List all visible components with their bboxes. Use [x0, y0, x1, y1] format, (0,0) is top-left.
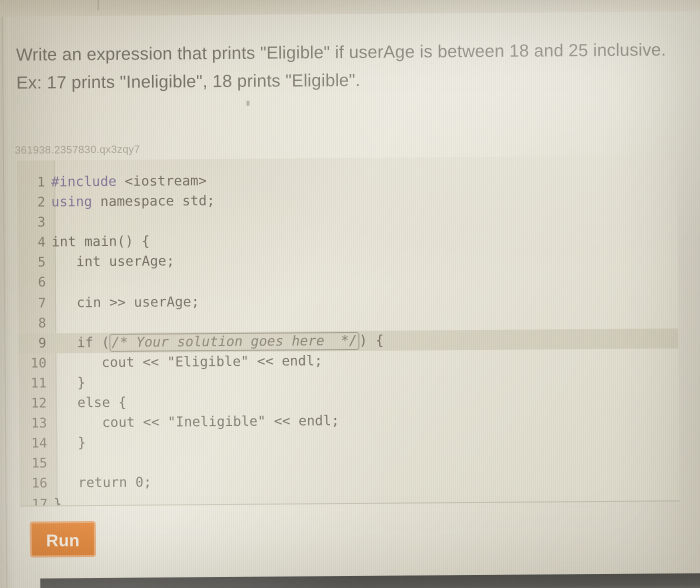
- activity-id: 361938.2357830.qx3zqy7: [14, 143, 141, 157]
- code-line-number: 4: [37, 235, 46, 251]
- prompt-line-2: Ex: 17 prints "Ineligible", 18 prints "E…: [16, 69, 361, 93]
- code-line-number: 13: [31, 416, 48, 432]
- code-line-number: 7: [38, 295, 47, 312]
- code-line-text: #include <iostream>: [51, 173, 207, 191]
- code-line-number: 10: [30, 356, 47, 372]
- activity-topbar-label: ACTIVITY: [14, 0, 78, 3]
- code-line-text: if (/* Your solution goes here */) {: [52, 331, 384, 352]
- code-line-number: 8: [38, 316, 47, 332]
- code-line-text: }: [53, 435, 86, 452]
- code-lines[interactable]: 1 #include <iostream> 2 using namespace std…: [17, 167, 680, 507]
- code-line-number: 12: [30, 396, 47, 412]
- code-line-number: 5: [37, 255, 46, 271]
- code-editor[interactable]: 1 #include <iostream> 2 using namespace std…: [16, 155, 680, 507]
- topbar-divider: [97, 0, 99, 10]
- code-line-text: return 0;: [53, 474, 152, 492]
- code-line-number: 2: [37, 195, 46, 211]
- solution-placeholder-field[interactable]: /* Your solution goes here */: [109, 331, 360, 352]
- code-line-text: using namespace std;: [51, 193, 215, 211]
- photo-dust-speck: [246, 100, 250, 106]
- code-keyword: using: [51, 194, 93, 211]
- code-line-number: 15: [31, 456, 48, 472]
- code-line-text: int main() {: [51, 233, 150, 251]
- code-line-text: cout << "Ineligible" << endl;: [52, 413, 340, 432]
- code-keyword: #include: [51, 173, 117, 191]
- photo-frame: ACTIVITY Write an expression that prints…: [0, 0, 700, 588]
- code-line-text: cout << "Eligible" << endl;: [52, 353, 323, 372]
- activity-page: ACTIVITY Write an expression that prints…: [0, 0, 700, 588]
- code-line-number: 9: [38, 336, 47, 352]
- code-line-text: }: [52, 375, 86, 392]
- activity-topbar: ACTIVITY: [0, 0, 700, 17]
- code-line-number: 14: [31, 436, 48, 452]
- code-line-number: 6: [37, 275, 46, 291]
- code-line-text: else {: [52, 394, 127, 412]
- code-line-number: 16: [31, 476, 48, 492]
- run-button[interactable]: Run: [29, 521, 97, 558]
- code-line-text: int userAge;: [51, 253, 175, 271]
- prompt-line-1: Write an expression that prints "Eligibl…: [16, 39, 667, 65]
- code-line-number: 17: [31, 496, 48, 507]
- code-line-number: 11: [30, 376, 47, 392]
- code-line-text: cin >> userAge;: [51, 293, 200, 311]
- code-line-text: }: [53, 495, 62, 507]
- activity-prompt: Write an expression that prints "Eligibl…: [16, 36, 688, 97]
- bottom-panel-strip: [40, 573, 700, 588]
- code-line-number: 1: [37, 175, 46, 191]
- code-line-number: 3: [37, 215, 46, 231]
